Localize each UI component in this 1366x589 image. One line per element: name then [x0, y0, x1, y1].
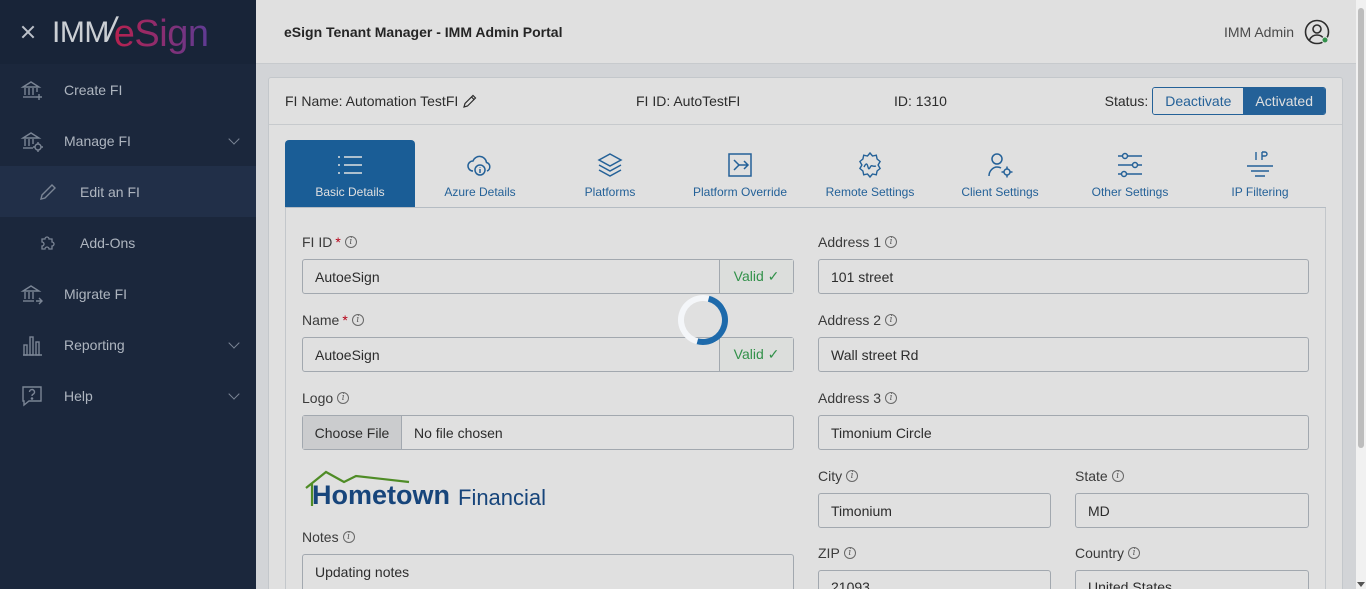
loading-overlay [0, 0, 1356, 589]
loading-spinner-icon [668, 285, 738, 355]
scrollbar-thumb[interactable] [1358, 8, 1364, 448]
scroll-down-arrow-icon[interactable] [1357, 582, 1365, 587]
page-scrollbar[interactable] [1356, 0, 1366, 589]
